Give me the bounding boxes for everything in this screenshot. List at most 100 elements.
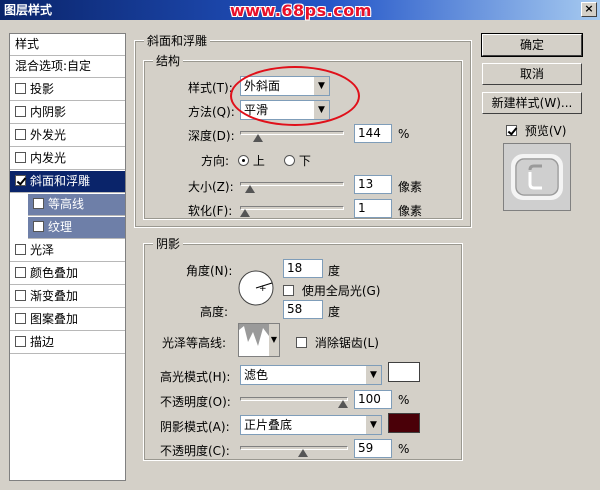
style-list-item[interactable]: 内阴影 <box>10 102 125 124</box>
altitude-unit: 度 <box>328 305 341 319</box>
style-list-item[interactable]: 斜面和浮雕 <box>10 171 125 193</box>
style-label: 样式(T): <box>188 81 233 95</box>
highlight-opacity-slider-track[interactable] <box>240 397 348 401</box>
bevel-preview-icon <box>504 144 570 210</box>
cancel-button[interactable]: 取消 <box>482 63 582 85</box>
shading-title: 阴影 <box>153 235 184 252</box>
angle-input[interactable]: 18 <box>283 259 323 278</box>
size-unit: 像素 <box>398 180 423 194</box>
radio-selected-icon[interactable] <box>238 155 249 166</box>
angle-unit: 度 <box>328 264 341 278</box>
highlight-ellipse <box>230 66 360 126</box>
checkbox-icon[interactable] <box>15 129 26 140</box>
depth-input[interactable]: 144 <box>354 124 392 143</box>
altitude-input[interactable]: 58 <box>283 300 323 319</box>
style-list-item[interactable]: 纹理 <box>28 217 125 239</box>
structure-title: 结构 <box>153 52 184 69</box>
highlight-color-swatch[interactable] <box>388 362 420 382</box>
style-list-header[interactable]: 样式 <box>10 34 125 56</box>
checkbox-icon[interactable] <box>15 83 26 94</box>
global-light-checkbox[interactable]: 使用全局光(G) <box>283 282 381 299</box>
shadow-opacity-slider-thumb[interactable] <box>297 449 308 457</box>
soften-input[interactable]: 1 <box>354 199 392 218</box>
checkbox-icon[interactable] <box>15 152 26 163</box>
gloss-contour-label: 光泽等高线: <box>162 336 227 350</box>
gloss-contour-picker[interactable]: ▼ <box>238 323 280 357</box>
style-list-item[interactable]: 描边 <box>10 332 125 354</box>
bevel-section-title: 斜面和浮雕 <box>144 32 211 49</box>
soften-label: 软化(F): <box>188 204 233 218</box>
soften-slider-thumb[interactable] <box>240 209 250 217</box>
soften-slider-track[interactable] <box>240 206 344 210</box>
style-list-item[interactable]: 内发光 <box>10 148 125 170</box>
style-list-item[interactable]: 图案叠加 <box>10 309 125 331</box>
highlight-mode-dropdown[interactable]: 滤色 ▼ <box>240 365 382 385</box>
direction-down-label: 下 <box>298 154 311 168</box>
size-label: 大小(Z): <box>188 180 234 194</box>
direction-up-radio[interactable]: 上 <box>238 152 265 169</box>
style-list-item[interactable]: 渐变叠加 <box>10 286 125 308</box>
shadow-mode-dropdown[interactable]: 正片叠底 ▼ <box>240 415 382 435</box>
ok-button[interactable]: 确定 <box>481 33 583 57</box>
close-button[interactable]: × <box>581 2 597 17</box>
depth-slider-thumb[interactable] <box>253 134 264 142</box>
direction-label: 方向: <box>201 154 230 168</box>
checkbox-icon[interactable] <box>33 198 44 209</box>
checkbox-icon[interactable] <box>283 285 294 296</box>
angle-dial-icon[interactable]: + <box>236 268 276 308</box>
highlight-opacity-slider-thumb[interactable] <box>338 400 348 408</box>
checkbox-icon[interactable] <box>15 106 26 117</box>
checkbox-icon[interactable] <box>15 290 26 301</box>
new-style-button[interactable]: 新建样式(W)... <box>482 92 582 114</box>
checkbox-icon[interactable] <box>15 336 26 347</box>
checkbox-icon[interactable] <box>15 267 26 278</box>
direction-down-radio[interactable]: 下 <box>284 152 311 169</box>
highlight-opacity-input[interactable]: 100 <box>354 390 392 409</box>
style-list-item[interactable]: 外发光 <box>10 125 125 147</box>
soften-unit: 像素 <box>398 204 423 218</box>
shadow-opacity-input[interactable]: 59 <box>354 439 392 458</box>
size-input[interactable]: 13 <box>354 175 392 194</box>
chevron-down-icon: ▼ <box>365 366 381 384</box>
angle-label: 角度(N): <box>186 264 233 278</box>
shadow-opacity-unit: % <box>398 442 410 456</box>
checkbox-checked-icon[interactable] <box>15 175 26 186</box>
preview-label: 预览(V) <box>524 124 567 138</box>
size-slider-thumb[interactable] <box>244 185 255 193</box>
style-list-item[interactable]: 投影 <box>10 79 125 101</box>
size-slider-track[interactable] <box>240 182 344 186</box>
checkbox-icon[interactable] <box>15 313 26 324</box>
shadow-color-swatch[interactable] <box>388 413 420 433</box>
style-list-item-label: 光泽 <box>30 243 55 257</box>
style-list: 样式 混合选项:自定投影内阴影 外发光内发光斜面和浮雕等高线 纹理光泽颜色叠加渐变叠… <box>9 33 126 481</box>
style-list-item[interactable]: 颜色叠加 <box>10 263 125 285</box>
style-list-item[interactable]: 光泽 <box>10 240 125 262</box>
preview-thumbnail <box>503 143 571 211</box>
checkbox-icon[interactable] <box>33 221 44 232</box>
style-list-item-label: 图案叠加 <box>30 312 79 326</box>
antialias-checkbox[interactable]: 消除锯齿(L) <box>296 334 379 351</box>
highlight-opacity-unit: % <box>398 393 410 407</box>
global-light-label: 使用全局光(G) <box>301 284 381 298</box>
radio-unselected-icon[interactable] <box>284 155 295 166</box>
preview-checkbox[interactable]: 预览(V) <box>506 122 566 139</box>
style-list-item[interactable]: 混合选项:自定 <box>10 56 125 78</box>
checkbox-icon[interactable] <box>296 337 307 348</box>
altitude-label: 高度: <box>200 305 229 319</box>
style-list-item-label: 投影 <box>30 82 55 96</box>
style-list-item[interactable]: 等高线 <box>28 194 125 216</box>
checkbox-checked-icon[interactable] <box>506 125 517 136</box>
antialias-label: 消除锯齿(L) <box>314 336 379 350</box>
shadow-opacity-label: 不透明度(C): <box>160 444 230 458</box>
chevron-down-icon: ▼ <box>365 416 381 434</box>
watermark-text: www.68ps.com <box>230 1 372 20</box>
checkbox-icon[interactable] <box>15 244 26 255</box>
style-list-item-label: 渐变叠加 <box>30 289 79 303</box>
style-list-item-label: 内发光 <box>30 151 67 165</box>
highlight-opacity-label: 不透明度(O): <box>160 395 231 409</box>
shadow-opacity-slider-track[interactable] <box>240 446 348 450</box>
highlight-mode-label: 高光模式(H): <box>160 370 231 384</box>
shadow-mode-value: 正片叠底 <box>244 418 293 432</box>
style-list-item-label: 斜面和浮雕 <box>30 174 91 188</box>
highlight-mode-value: 滤色 <box>244 368 269 382</box>
